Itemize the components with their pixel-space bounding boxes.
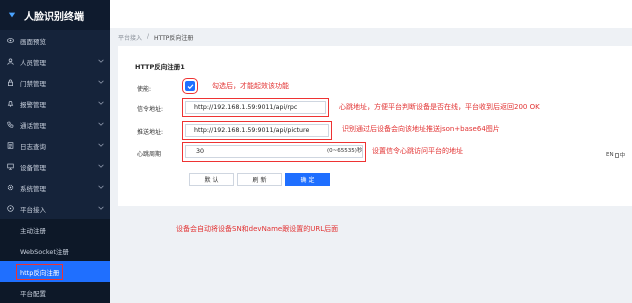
- eye-icon: [7, 37, 14, 44]
- push-address-input[interactable]: http://192.168.1.59:9011/api/picture: [185, 124, 329, 137]
- confirm-button[interactable]: 确 定: [285, 173, 330, 186]
- period-note: 设置信令心跳访问平台的地址: [372, 147, 463, 155]
- sidebar-subitem-label: http反向注册: [16, 263, 64, 280]
- refresh-button[interactable]: 刷 新: [237, 173, 282, 186]
- default-button[interactable]: 默 认: [189, 173, 234, 186]
- heartbeat-address-label: 信令地址:: [137, 106, 164, 113]
- breadcrumb-separator: /: [147, 33, 150, 40]
- logo-icon: [8, 12, 16, 18]
- sidebar-item-label: 日志查询: [20, 142, 46, 151]
- sidebar: 人脸识别终端 画面预览人员管理门禁管理报警管理通话管理日志查询设备管理系统管理平…: [0, 0, 110, 303]
- sidebar-item-6[interactable]: 设备管理: [0, 156, 110, 177]
- heartbeat-note: 心跳地址，方便平台判断设备是否在线，平台收到后返回200 OK: [339, 103, 540, 111]
- sidebar-item-label: 报警管理: [20, 100, 46, 109]
- sidebar-item-label: 系统管理: [20, 184, 46, 193]
- enable-note: 勾选后，才能起效该功能: [212, 82, 289, 90]
- gear-icon: [7, 184, 14, 191]
- bottom-note: 设备会自动将设备SN和devName跟设置的URL后面: [176, 225, 339, 233]
- sidebar-item-label: 通话管理: [20, 121, 46, 130]
- top-bar: [110, 0, 632, 28]
- form-title: HTTP反向注册1: [135, 63, 185, 71]
- period-label: 心跳周期: [137, 151, 162, 158]
- period-unit: (0~65535)秒: [327, 148, 363, 154]
- sidebar-item-label: 门禁管理: [20, 79, 46, 88]
- sidebar-item-label: 画面预览: [20, 37, 46, 46]
- sidebar-item-3[interactable]: 报警管理: [0, 93, 110, 114]
- platform-icon: [7, 205, 14, 212]
- lang-switch-icon: [614, 152, 619, 158]
- chevron-down-icon: [98, 80, 104, 84]
- sidebar-item-0[interactable]: 画面预览: [0, 30, 110, 51]
- chevron-down-icon: [98, 59, 104, 63]
- push-note: 识别通过后设备会向该地址推送json+base64图片: [342, 125, 500, 133]
- sidebar-subitem-label: 平台配置: [20, 289, 46, 298]
- sidebar-item-4[interactable]: 通话管理: [0, 114, 110, 135]
- sidebar-subitem-label: WebSocket注册: [20, 247, 69, 256]
- lock-icon: [7, 79, 14, 86]
- sidebar-item-1[interactable]: 人员管理: [0, 51, 110, 72]
- sidebar-item-2[interactable]: 门禁管理: [0, 72, 110, 93]
- brand-title: 人脸识别终端: [24, 11, 84, 23]
- breadcrumb: 平台接入 / HTTP反向注册: [118, 33, 193, 42]
- device-icon: [7, 163, 14, 170]
- sidebar-subitem-2[interactable]: http反向注册: [0, 261, 110, 282]
- sidebar-item-5[interactable]: 日志查询: [0, 135, 110, 156]
- sidebar-subitem-3[interactable]: 平台配置: [0, 282, 110, 303]
- breadcrumb-current: HTTP反向注册: [154, 35, 194, 42]
- chevron-down-icon: [98, 206, 104, 210]
- chevron-down-icon: [98, 122, 104, 126]
- chevron-down-icon: [98, 185, 104, 189]
- chevron-down-icon: [98, 143, 104, 147]
- enable-checkbox[interactable]: [182, 78, 198, 94]
- sidebar-subitem-1[interactable]: WebSocket注册: [0, 240, 110, 261]
- sidebar-item-label: 设备管理: [20, 163, 46, 172]
- chevron-down-icon: [98, 101, 104, 105]
- log-icon: [7, 142, 14, 149]
- chevron-down-icon: [98, 164, 104, 168]
- user-icon: [7, 58, 14, 65]
- phone-icon: [7, 121, 14, 128]
- push-address-label: 推送地址:: [137, 129, 164, 136]
- sidebar-subitem-label: 主动注册: [20, 226, 46, 235]
- sidebar-item-7[interactable]: 系统管理: [0, 177, 110, 198]
- sidebar-item-label: 人员管理: [20, 58, 46, 67]
- sidebar-item-8[interactable]: 平台接入: [0, 198, 110, 219]
- sidebar-subitem-0[interactable]: 主动注册: [0, 219, 110, 240]
- lang-zh[interactable]: 中: [620, 151, 626, 159]
- lang-en[interactable]: EN: [606, 152, 614, 158]
- bell-icon: [7, 100, 14, 107]
- check-icon: [187, 83, 193, 89]
- enable-label: 使能:: [137, 86, 152, 93]
- breadcrumb-parent[interactable]: 平台接入: [118, 33, 142, 42]
- sidebar-item-label: 平台接入: [20, 205, 46, 214]
- language-toggle[interactable]: EN 中: [606, 151, 625, 159]
- heartbeat-address-input[interactable]: http://192.168.1.59:9011/api/rpc: [185, 101, 326, 114]
- brand: 人脸识别终端: [0, 0, 110, 30]
